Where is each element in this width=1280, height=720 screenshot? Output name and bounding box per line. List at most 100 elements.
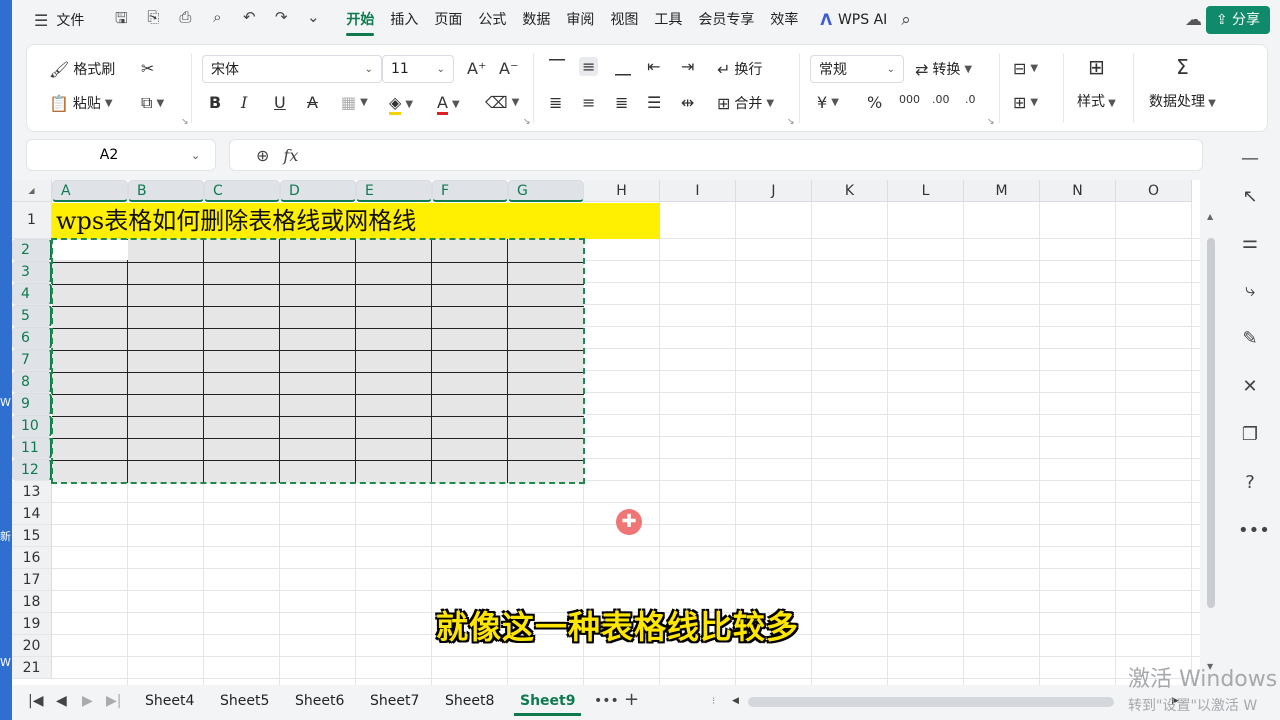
align-top-icon[interactable]: ⎺ <box>549 57 565 77</box>
column-header[interactable]: D <box>280 180 356 202</box>
formula-bar[interactable]: ⊕ fx <box>229 139 1203 171</box>
sheet-tab[interactable]: Sheet7 <box>370 693 419 709</box>
conditional-format-button[interactable]: ⊟ ▼ <box>1013 59 1038 78</box>
copy-button[interactable]: ⧉ ▼ <box>141 93 164 113</box>
number-format-select[interactable]: 常规 ⌄ <box>810 55 904 83</box>
cut-button[interactable]: ✂ <box>141 59 154 78</box>
paste-button[interactable]: 📋 粘贴 ▼ <box>49 93 113 113</box>
sheet-tab[interactable]: Sheet8 <box>445 693 494 709</box>
file-menu[interactable]: 文件 <box>56 10 84 30</box>
column-header[interactable]: G <box>508 180 584 202</box>
column-header[interactable]: L <box>888 180 964 202</box>
number-dialog-launcher-icon[interactable]: ↘ <box>987 117 995 127</box>
row-header[interactable]: 11 <box>12 437 52 459</box>
column-header[interactable]: H <box>584 180 660 202</box>
increase-decimal-icon[interactable]: .00 <box>932 93 950 106</box>
collapse-icon[interactable]: — <box>1238 148 1262 169</box>
align-bottom-icon[interactable]: ⎽ <box>615 57 631 77</box>
sheet-tab[interactable]: Sheet5 <box>220 693 269 709</box>
tab-data[interactable]: 数据 <box>514 0 558 40</box>
bold-icon[interactable]: B <box>209 93 221 112</box>
print-preview-icon[interactable]: ⌕ <box>206 8 228 33</box>
row-header[interactable]: 14 <box>12 503 52 525</box>
scroll-up-icon[interactable]: ▲ <box>1207 212 1213 221</box>
hscroll-divider[interactable]: ⁝ <box>712 696 715 707</box>
row-header[interactable]: 17 <box>12 569 52 591</box>
pointer-icon[interactable]: ↖ <box>1238 186 1262 207</box>
table-format-button[interactable]: ⊞ ▼ <box>1013 93 1038 112</box>
data-process-button[interactable]: Σ 数据处理 ▼ <box>1149 55 1216 111</box>
decrease-font-icon[interactable]: A⁻ <box>499 59 518 78</box>
row-header[interactable]: 7 <box>12 349 52 371</box>
font-name-select[interactable]: 宋体 ⌄ <box>202 55 382 83</box>
row-header[interactable]: 6 <box>12 327 52 349</box>
row-header[interactable]: 5 <box>12 305 52 327</box>
thousands-separator-icon[interactable]: 000 <box>899 93 920 106</box>
row-header[interactable]: 13 <box>12 481 52 503</box>
clear-format-button[interactable]: ⌫ ▼ <box>485 93 519 112</box>
zoom-search-icon[interactable]: ⊕ <box>256 146 269 165</box>
row-header[interactable]: 20 <box>12 635 52 657</box>
row-header[interactable]: 4 <box>12 283 52 305</box>
column-header[interactable]: C <box>204 180 280 202</box>
fx-icon[interactable]: fx <box>283 146 298 165</box>
first-sheet-icon[interactable]: |◀ <box>28 693 43 709</box>
next-sheet-icon[interactable]: ▶ <box>82 693 93 709</box>
tab-page[interactable]: 页面 <box>426 0 470 40</box>
column-header[interactable]: A <box>52 180 128 202</box>
palette-icon[interactable]: ✎ <box>1238 328 1262 349</box>
decrease-indent-icon[interactable]: ⇤ <box>647 57 660 76</box>
share-button[interactable]: ⇪ 分享 <box>1205 6 1270 34</box>
undo-icon[interactable]: ↶ <box>238 8 260 33</box>
format-painter-button[interactable]: 🖌 格式刷 <box>49 59 115 79</box>
hamburger-menu-icon[interactable]: ☰ <box>34 11 48 30</box>
tools-icon[interactable]: ✕ <box>1238 376 1262 397</box>
row-header[interactable]: 3 <box>12 261 52 283</box>
wps-ai-button[interactable]: ᐱ WPS AI <box>820 11 887 29</box>
cloud-sync-icon[interactable]: ☁ <box>1185 10 1202 30</box>
italic-icon[interactable]: I <box>241 93 247 112</box>
font-dialog-launcher-icon[interactable]: ↘ <box>523 117 531 127</box>
wrap-text-button[interactable]: ↵ 换行 <box>717 59 762 79</box>
chevron-down-icon[interactable]: ⌄ <box>191 149 215 162</box>
column-header[interactable]: M <box>964 180 1040 202</box>
decrease-decimal-icon[interactable]: .0 <box>965 93 976 106</box>
tab-home[interactable]: 开始 <box>338 0 382 40</box>
book-icon[interactable]: ❐ <box>1238 424 1262 445</box>
name-box[interactable]: A2 ⌄ <box>26 139 216 171</box>
title-cell[interactable]: wps表格如何删除表格线或网格线 <box>52 203 660 239</box>
row-header[interactable]: 2 <box>12 239 52 261</box>
scroll-thumb[interactable] <box>1207 238 1215 608</box>
column-header[interactable]: N <box>1040 180 1116 202</box>
align-right-icon[interactable]: ≣ <box>615 93 628 112</box>
fill-color-button[interactable]: ◈ ▼ <box>389 93 413 115</box>
column-header[interactable]: I <box>660 180 736 202</box>
tab-review[interactable]: 审阅 <box>558 0 602 40</box>
row-header[interactable]: 19 <box>12 613 52 635</box>
row-header[interactable]: 1 <box>12 202 52 239</box>
strikethrough-icon[interactable]: A <box>307 93 318 112</box>
column-header[interactable]: J <box>736 180 812 202</box>
column-header[interactable]: O <box>1116 180 1192 202</box>
column-header[interactable]: K <box>812 180 888 202</box>
column-header[interactable]: F <box>432 180 508 202</box>
distributed-align-icon[interactable]: ⇹ <box>681 93 694 112</box>
sheet-tab-active[interactable]: Sheet9 <box>513 693 583 716</box>
align-middle-icon[interactable]: ≡ <box>579 57 599 76</box>
scroll-left-icon[interactable]: ◀ <box>732 696 739 706</box>
increase-indent-icon[interactable]: ⇥ <box>681 57 694 76</box>
align-left-icon[interactable]: ≣ <box>549 93 562 112</box>
row-header[interactable]: 10 <box>12 415 52 437</box>
vertical-scrollbar[interactable]: ▲ ▼ <box>1204 182 1218 682</box>
row-header[interactable]: 18 <box>12 591 52 613</box>
row-header[interactable]: 8 <box>12 371 52 393</box>
export-icon[interactable]: ⎘ <box>142 8 164 33</box>
style-button[interactable]: ⊞ 样式 ▼ <box>1077 55 1116 111</box>
row-header[interactable]: 15 <box>12 525 52 547</box>
row-header[interactable]: 9 <box>12 393 52 415</box>
sliders-icon[interactable]: ⚌ <box>1238 232 1262 253</box>
print-icon[interactable]: ⎙ <box>174 8 196 33</box>
tab-view[interactable]: 视图 <box>602 0 646 40</box>
clipboard-dialog-launcher-icon[interactable]: ↘ <box>181 117 189 127</box>
sheet-tab[interactable]: Sheet6 <box>295 693 344 709</box>
